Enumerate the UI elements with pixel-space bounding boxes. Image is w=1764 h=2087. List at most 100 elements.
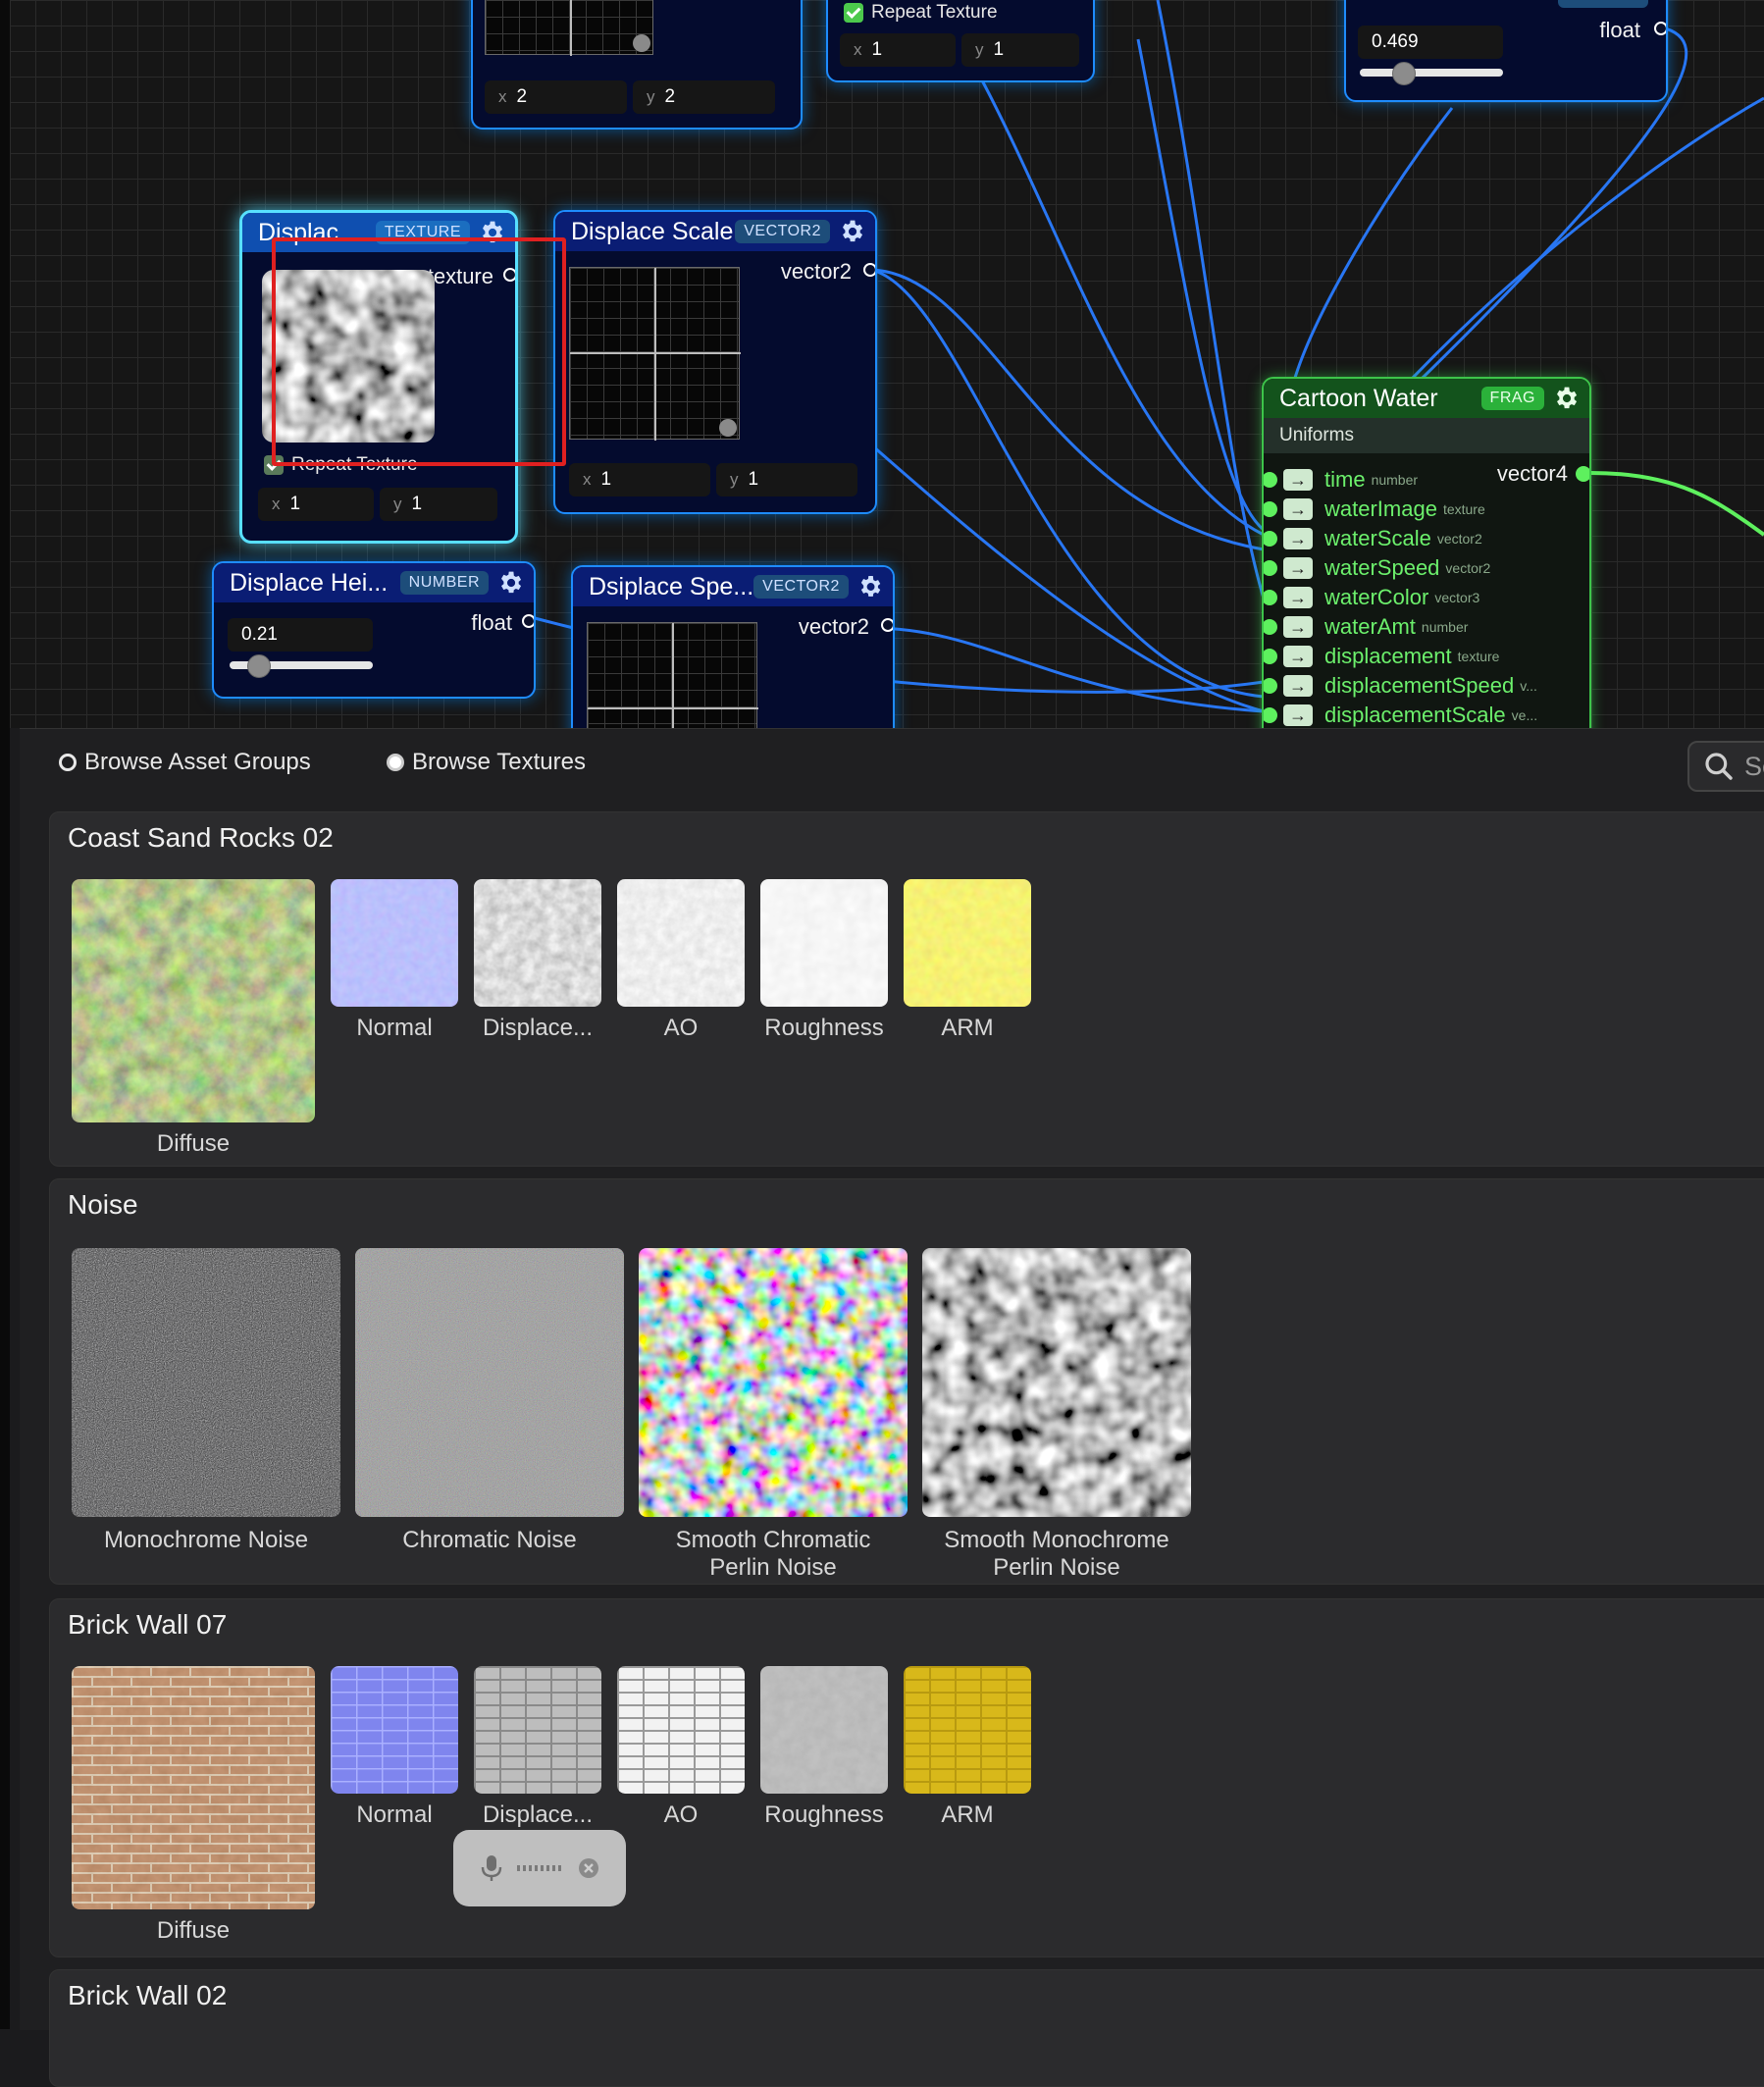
cartoon-water-node[interactable]: Cartoon Water FRAG Uniforms vector4 → tim…: [1262, 377, 1591, 728]
uniform-name: waterAmt: [1324, 614, 1416, 639]
uniform-row[interactable]: → waterColor vector3: [1264, 585, 1479, 610]
arrow-right-icon[interactable]: →: [1283, 557, 1313, 579]
texture-tile-arm[interactable]: [904, 1666, 1031, 1794]
uniform-name: waterImage: [1324, 496, 1437, 521]
uniform-row[interactable]: → displacement texture: [1264, 644, 1499, 669]
texture-tile-monochrome-noise[interactable]: [72, 1248, 340, 1517]
texture-tile-normal[interactable]: [331, 1666, 458, 1794]
vector2-x-field[interactable]: x2: [485, 80, 627, 114]
arrow-right-icon[interactable]: →: [1283, 528, 1313, 549]
tile-label: Diffuse: [156, 1917, 231, 1944]
texture-tile-ao[interactable]: [617, 1666, 745, 1794]
displace-scale-node[interactable]: Displace Scale VECTOR2 vector2 x1 y1: [553, 210, 877, 514]
vector2-y-field[interactable]: y2: [633, 80, 775, 114]
texture-tile-diffuse[interactable]: [72, 1666, 315, 1909]
texture-tile-smooth-chromatic-perlin[interactable]: [639, 1248, 908, 1517]
uniform-type: vector3: [1434, 590, 1480, 605]
uniform-row[interactable]: → waterScale vector2: [1264, 526, 1482, 551]
tile-label: Monochrome Noise: [103, 1527, 309, 1553]
texture-tile-normal[interactable]: [331, 879, 458, 1007]
uniform-row[interactable]: → time number: [1264, 467, 1418, 493]
tile-label: ARM: [941, 1801, 994, 1828]
vector2-grid-preview[interactable]: [569, 267, 741, 441]
texture-tile-smooth-monochrome-perlin[interactable]: [922, 1248, 1191, 1517]
float-slider-knob[interactable]: [1391, 62, 1416, 85]
texture-tile-diffuse[interactable]: [72, 879, 315, 1122]
vector2-node-top[interactable]: x2 y2: [471, 0, 803, 130]
node-type-tag: FRAG: [1480, 387, 1544, 410]
vector2-grid-preview[interactable]: [587, 622, 758, 728]
uniform-name: displacementSpeed: [1324, 673, 1515, 698]
scale-y-field[interactable]: y1: [716, 463, 857, 496]
texture-tile-ao[interactable]: [617, 879, 745, 1007]
float-slider[interactable]: [1360, 62, 1503, 85]
uniform-row[interactable]: → waterImage texture: [1264, 496, 1485, 522]
arrow-right-icon[interactable]: →: [1283, 646, 1313, 667]
microphone-icon[interactable]: [480, 1853, 503, 1883]
close-icon[interactable]: [578, 1857, 599, 1879]
repeat-x-field[interactable]: x1: [258, 488, 374, 521]
displace-height-node[interactable]: Displace Hei... NUMBER float 0.21: [212, 561, 536, 699]
node-title: Dsiplace Spe...: [589, 572, 754, 600]
node-type-tag: VECTOR2: [753, 575, 849, 599]
group-title: Brick Wall 02: [68, 1980, 228, 2010]
vector2-grid-preview[interactable]: [485, 0, 653, 56]
height-slider[interactable]: [230, 654, 373, 678]
uniform-row[interactable]: → waterAmt number: [1264, 614, 1468, 640]
tile-label: Normal: [356, 1015, 433, 1041]
height-slider-knob[interactable]: [247, 654, 272, 678]
repeat-x-field[interactable]: x1: [840, 33, 956, 67]
radio-browse-textures[interactable]: Browse Textures: [387, 749, 586, 776]
repeat-y-field[interactable]: y1: [961, 33, 1079, 67]
vector2-output-port[interactable]: [881, 618, 893, 632]
tile-label: Displace...: [482, 1015, 594, 1041]
arrow-right-icon[interactable]: →: [1283, 498, 1313, 520]
texture-tile-roughness[interactable]: [760, 879, 888, 1007]
arrow-right-icon[interactable]: →: [1283, 704, 1313, 726]
node-graph-canvas[interactable]: x2 y2 Repeat Texture x1 y1 float 0.469 D…: [10, 0, 1764, 728]
uniform-row[interactable]: → displacementSpeed v...: [1264, 673, 1537, 699]
texture-tile-arm[interactable]: [904, 879, 1031, 1007]
float-output-port[interactable]: [1654, 22, 1666, 35]
gear-icon[interactable]: [856, 573, 883, 600]
float-value-field[interactable]: 0.469: [1358, 26, 1503, 59]
float-output-port[interactable]: [522, 614, 534, 628]
uniform-name: waterSpeed: [1324, 555, 1440, 580]
arrow-right-icon[interactable]: →: [1283, 469, 1313, 491]
texture-tile-chromatic-noise[interactable]: [355, 1248, 624, 1517]
radio-browse-asset-groups[interactable]: Browse Asset Groups: [59, 749, 311, 776]
float-node-top[interactable]: float 0.469: [1344, 0, 1668, 102]
arrow-right-icon[interactable]: →: [1283, 587, 1313, 608]
search-input[interactable]: Se: [1687, 741, 1764, 792]
vector4-output-port[interactable]: [1576, 466, 1589, 482]
radio-icon[interactable]: [59, 754, 77, 771]
dictation-overlay[interactable]: [453, 1830, 626, 1906]
window-edge: [0, 0, 10, 2029]
uniform-row[interactable]: → displacementScale ve...: [1264, 703, 1537, 728]
vector4-output-label: vector4: [1496, 461, 1568, 486]
gear-icon[interactable]: [1552, 385, 1580, 412]
uniform-type: vector2: [1445, 560, 1491, 576]
repeat-y-field[interactable]: y1: [380, 488, 497, 521]
texture-tile-displacement[interactable]: [474, 879, 601, 1007]
gear-icon[interactable]: [496, 569, 524, 597]
asset-group-brick-wall-07: Brick Wall 07 Diffuse Normal Displace...…: [49, 1598, 1764, 1957]
tile-label: AO: [663, 1801, 699, 1828]
scale-x-field[interactable]: x1: [569, 463, 710, 496]
checkbox-icon[interactable]: [844, 2, 863, 23]
gear-icon[interactable]: [838, 218, 865, 245]
vector2-output-port[interactable]: [863, 263, 875, 277]
arrow-right-icon[interactable]: →: [1283, 675, 1313, 697]
height-value-field[interactable]: 0.21: [228, 618, 373, 652]
repeat-texture-checkbox[interactable]: Repeat Texture: [844, 2, 998, 24]
tile-label: Normal: [356, 1801, 433, 1828]
arrow-right-icon[interactable]: →: [1283, 616, 1313, 638]
uniform-type: number: [1421, 619, 1469, 635]
texture-tile-displacement[interactable]: [474, 1666, 601, 1794]
uniform-row[interactable]: → waterSpeed vector2: [1264, 555, 1490, 581]
radio-icon[interactable]: [387, 754, 404, 771]
texture-node-top[interactable]: Repeat Texture x1 y1: [826, 0, 1095, 82]
displace-speed-node[interactable]: Dsiplace Spe... VECTOR2 vector2: [571, 565, 895, 728]
node-type-tag: VECTOR2: [735, 220, 830, 243]
texture-tile-roughness[interactable]: [760, 1666, 888, 1794]
